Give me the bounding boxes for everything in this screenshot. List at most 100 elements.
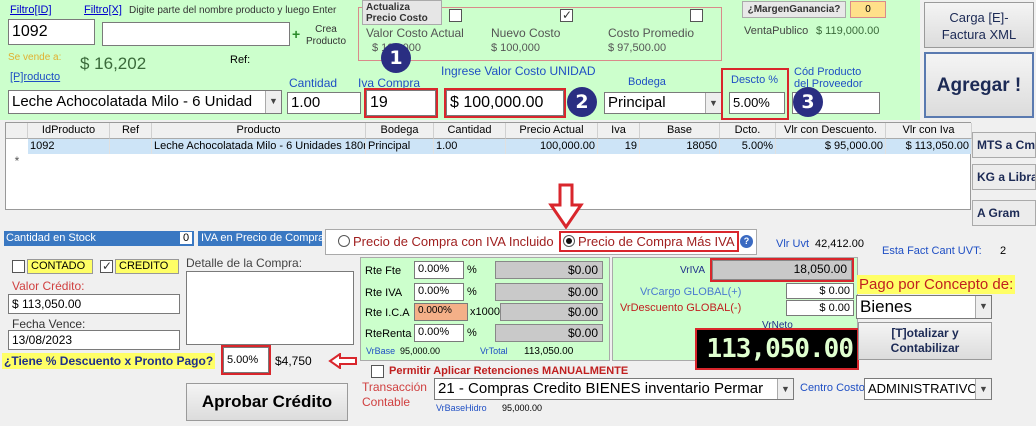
chevron-down-icon[interactable]: ▼: [975, 296, 991, 318]
vr-total-value: 113,050.00: [524, 346, 574, 357]
product-name-filter-input[interactable]: [102, 22, 290, 46]
vr-iva-value: 18,050.00: [710, 258, 854, 282]
filtro-hint: Digite parte del nombre producto y luego…: [129, 5, 337, 16]
grid-cell-idproducto[interactable]: 1092: [28, 139, 110, 154]
product-id-input[interactable]: 1092: [8, 19, 95, 45]
grid-header-bodega[interactable]: Bodega: [366, 123, 434, 139]
detalle-compra-textarea[interactable]: [186, 271, 354, 345]
carga-factura-xml-button[interactable]: Carga [E]- Factura XML: [924, 2, 1034, 48]
permitir-retenciones-label[interactable]: Permitir Aplicar Retenciones MANUALMENTE: [389, 365, 628, 377]
iva-compra-label: Iva Compra: [358, 76, 421, 90]
vr-base-hidro-value: 95,000.00: [502, 403, 543, 413]
pago-concepto-select[interactable]: Bienes ▼: [856, 295, 992, 319]
iva-compra-input[interactable]: 19: [364, 88, 438, 118]
help-icon[interactable]: ?: [740, 235, 753, 248]
crea-producto-label[interactable]: Crea Producto: [306, 24, 346, 48]
rte-iva-pct-sign: %: [467, 286, 477, 298]
grid-cell-iva[interactable]: 19: [598, 139, 640, 154]
margen-ganancia-button[interactable]: ¿MargenGanancia?: [742, 1, 846, 18]
pronto-pago-amount: $4,750: [275, 354, 312, 368]
valor-credito-label: Valor Crédito:: [12, 279, 85, 293]
radio-iva-incluido[interactable]: [338, 235, 350, 247]
rte-fte-value: $0.00: [495, 261, 603, 279]
grid-header-idproducto[interactable]: IdProducto: [28, 123, 110, 139]
vr-base-value: 95,000.00: [400, 346, 441, 356]
ref-label: Ref:: [230, 54, 251, 66]
chevron-down-icon[interactable]: ▼: [777, 379, 793, 399]
contado-checkbox[interactable]: [12, 260, 25, 273]
grid-cell-producto[interactable]: Leche Achocolatada Milo - 6 Unidades 180…: [152, 139, 366, 154]
rte-iva-value: $0.00: [495, 283, 603, 301]
pago-concepto-label: Pago por Concepto de:: [857, 275, 1016, 294]
transaccion-contable-select[interactable]: 21 - Compras Credito BIENES inventario P…: [434, 378, 794, 400]
step-badge-1: 1: [381, 43, 411, 73]
producto-select[interactable]: Leche Achocolatada Milo - 6 Unidad ▼: [8, 90, 282, 114]
filtro-x-link[interactable]: Filtro[X]: [84, 4, 122, 16]
filtro-id-link[interactable]: Filtro[ID]: [10, 4, 52, 16]
grid-header-iva[interactable]: Iva: [598, 123, 640, 139]
grid-header-dcto[interactable]: Dcto.: [720, 123, 776, 139]
totalizar-contabilizar-button[interactable]: [T]otalizar y Contabilizar: [858, 322, 992, 360]
grid-header-ref[interactable]: Ref: [110, 123, 152, 139]
grid-cell-precio-actual[interactable]: 100,000.00: [506, 139, 598, 154]
chevron-down-icon[interactable]: ▼: [265, 91, 281, 113]
grid-cell-cantidad[interactable]: 1.00: [434, 139, 506, 154]
rte-ica-pct[interactable]: 0.000%: [414, 303, 468, 321]
descto-input[interactable]: 5.00%: [729, 92, 785, 114]
step-badge-2: 2: [567, 87, 597, 117]
rte-fte-pct[interactable]: 0.00%: [414, 261, 464, 279]
credito-checkbox[interactable]: [100, 259, 113, 273]
radio-mas-iva-label[interactable]: Precio de Compra Más IVA: [578, 234, 735, 249]
grid-header-cantidad[interactable]: Cantidad: [434, 123, 506, 139]
step-badge-3: 3: [793, 87, 823, 117]
aprobar-credito-button[interactable]: Aprobar Crédito: [186, 383, 348, 421]
rte-renta-pct[interactable]: 0.00%: [414, 324, 464, 342]
bodega-select[interactable]: Principal ▼: [604, 92, 722, 114]
valor-costo-actual-checkbox[interactable]: [449, 9, 462, 22]
grid-header-precio-actual[interactable]: Precio Actual: [506, 123, 598, 139]
agregar-button[interactable]: Agregar !: [924, 52, 1034, 118]
vr-descuento-input[interactable]: $ 0.00: [786, 300, 854, 316]
pronto-pago-input[interactable]: 5.00%: [221, 345, 271, 375]
permitir-retenciones-checkbox[interactable]: [371, 365, 384, 378]
rte-fte-label: Rte Fte: [365, 265, 402, 277]
vr-cargo-label: VrCargo GLOBAL(+): [640, 286, 742, 298]
kg-a-libra-button[interactable]: KG a Libra: [972, 164, 1036, 190]
centro-costo-select[interactable]: ADMINISTRATIVO ▼: [864, 378, 992, 400]
grid-cell-ref[interactable]: [110, 139, 152, 154]
grid-cell-vlr-iva[interactable]: $ 113,050.00: [886, 139, 972, 154]
grid-header-vlr-descuento[interactable]: Vlr con Descuento.: [776, 123, 886, 139]
down-arrow-indicator: [548, 183, 584, 230]
chevron-down-icon[interactable]: ▼: [705, 93, 721, 113]
grid-header-vlr-iva[interactable]: Vlr con Iva: [886, 123, 972, 139]
mts-a-cm-button[interactable]: MTS a Cm: [972, 132, 1036, 158]
nuevo-costo-value: $ 100,000: [491, 42, 540, 54]
cantidad-input[interactable]: 1.00: [287, 92, 361, 114]
fecha-vence-input[interactable]: 13/08/2023: [8, 330, 180, 350]
iva-precio-label: IVA en Precio de Compra: [201, 232, 325, 244]
grid-cell-vlr-descuento[interactable]: $ 95,000.00: [776, 139, 886, 154]
chevron-down-icon[interactable]: ▼: [975, 379, 991, 399]
producto-link[interactable]: [P]roducto: [10, 71, 60, 83]
grid-cell-bodega[interactable]: Principal: [366, 139, 434, 154]
a-gram-button[interactable]: A Gram: [972, 200, 1036, 226]
costo-unidad-input[interactable]: $ 100,000.00: [444, 88, 566, 118]
actualiza-precio-costo-label: Actualiza Precio Costo: [362, 0, 442, 25]
costo-promedio-checkbox[interactable]: [690, 9, 703, 22]
radio-iva-incluido-label[interactable]: Precio de Compra con IVA Incluido: [353, 234, 554, 249]
radio-mas-iva[interactable]: [563, 235, 575, 247]
product-grid[interactable]: IdProducto Ref Producto Bodega Cantidad …: [5, 122, 972, 210]
grid-cell-base[interactable]: 18050: [640, 139, 720, 154]
rte-fte-pct-sign: %: [467, 264, 477, 276]
grid-header-base[interactable]: Base: [640, 123, 720, 139]
valor-credito-input[interactable]: $ 113,050.00: [8, 294, 180, 314]
add-product-icon[interactable]: +: [292, 26, 300, 42]
grid-cell-dcto[interactable]: 5.00%: [720, 139, 776, 154]
vr-cargo-input[interactable]: $ 0.00: [786, 283, 854, 299]
nuevo-costo-checkbox[interactable]: [560, 8, 573, 22]
rte-ica-mult: x1000: [470, 306, 500, 318]
detalle-compra-label: Detalle de la Compra:: [186, 256, 303, 270]
margen-ganancia-value[interactable]: 0: [850, 1, 886, 18]
rte-iva-pct[interactable]: 0.00%: [414, 283, 464, 301]
grid-header-producto[interactable]: Producto: [152, 123, 366, 139]
